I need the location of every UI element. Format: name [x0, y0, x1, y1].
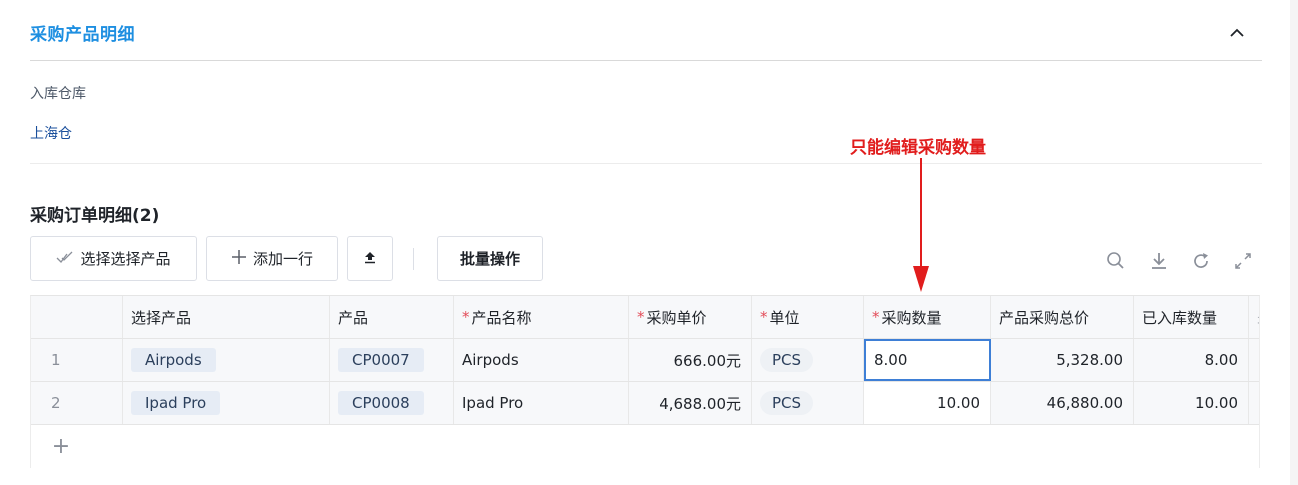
stocked-qty-cell: 10.00 [1134, 382, 1249, 424]
select-product-cell: Airpods [123, 339, 330, 381]
stocked-qty-cell: 8.00 [1134, 339, 1249, 381]
plus-icon [231, 249, 247, 269]
chevron-up-icon[interactable] [1226, 22, 1248, 44]
header-stocked-qty: 已入库数量 [1134, 296, 1249, 338]
add-row-plus-button[interactable]: + [31, 425, 91, 468]
header-total-price: 产品采购总价 [991, 296, 1134, 338]
table-row: 2 Ipad Pro CP0008 Ipad Pro 4,688.00元 PCS… [31, 382, 1259, 425]
double-check-icon [56, 250, 74, 268]
select-product-cell: Ipad Pro [123, 382, 330, 424]
required-mark: * [637, 308, 645, 326]
order-table: 选择产品 产品 * 产品名称 * 采购单价 * 单位 * 采购数量 产品采购总价 已入库… [30, 295, 1260, 468]
header-product-name: * 产品名称 [454, 296, 629, 338]
more-cell [1249, 382, 1259, 424]
warehouse-label: 入库仓库 [30, 86, 86, 102]
header-unit: * 单位 [752, 296, 864, 338]
product-name-cell: Ipad Pro [454, 382, 629, 424]
add-row-label: 添加一行 [252, 250, 313, 268]
refresh-icon[interactable] [1190, 250, 1212, 272]
header-quantity: * 采购数量 [864, 296, 991, 338]
required-mark: * [462, 308, 470, 326]
select-product-label: 选择选择产品 [80, 250, 171, 268]
product-tag[interactable]: Ipad Pro [131, 391, 221, 415]
header-product: 产品 [330, 296, 454, 338]
toolbar-separator [413, 248, 414, 270]
product-name-cell: Airpods [454, 339, 629, 381]
header-index [31, 296, 123, 338]
more-cell [1249, 339, 1259, 381]
section-header: 采购产品明细 [30, 18, 1262, 61]
header-select-product: 选择产品 [123, 296, 330, 338]
unit-tag: PCS [760, 391, 814, 415]
row-index: 2 [31, 382, 123, 424]
unit-price-cell: 666.00元 [629, 339, 752, 381]
required-mark: * [760, 308, 768, 326]
upload-icon [363, 250, 377, 268]
table-row: 1 Airpods CP0007 Airpods 666.00元 PCS 8.0… [31, 339, 1259, 382]
page-scrollbar[interactable] [1290, 0, 1298, 485]
quantity-input[interactable]: 10.00 [864, 382, 991, 424]
batch-operation-button[interactable]: 批量操作 [437, 236, 543, 281]
total-price-cell: 5,328.00 [991, 339, 1134, 381]
divider [30, 163, 1262, 164]
total-price-cell: 46,880.00 [991, 382, 1134, 424]
product-code-tag[interactable]: CP0008 [338, 391, 424, 415]
expand-icon[interactable] [1232, 250, 1254, 272]
unit-tag: PCS [760, 348, 814, 372]
batch-operation-label: 批量操作 [459, 250, 520, 268]
header-more: 未 [1249, 296, 1259, 338]
warehouse-value: 上海仓 [30, 126, 72, 142]
upload-button[interactable] [347, 236, 393, 281]
product-tag[interactable]: Airpods [131, 348, 216, 372]
section-title: 采购产品明细 [30, 25, 135, 45]
table-header-row: 选择产品 产品 * 产品名称 * 采购单价 * 单位 * 采购数量 产品采购总价 已入库… [31, 296, 1259, 339]
product-cell: CP0007 [330, 339, 454, 381]
search-icon[interactable] [1105, 250, 1127, 272]
quantity-input[interactable]: 8.00 [864, 339, 991, 381]
header-unit-price: * 采购单价 [629, 296, 752, 338]
order-detail-title: 采购订单明细(2) [30, 206, 160, 226]
download-icon[interactable] [1148, 250, 1170, 272]
unit-cell: PCS [752, 339, 864, 381]
annotation-arrow [913, 158, 929, 292]
unit-price-cell: 4,688.00元 [629, 382, 752, 424]
required-mark: * [872, 308, 880, 326]
add-row-button[interactable]: 添加一行 [206, 236, 338, 281]
row-index: 1 [31, 339, 123, 381]
unit-cell: PCS [752, 382, 864, 424]
annotation-text: 只能编辑采购数量 [850, 138, 986, 158]
select-product-button[interactable]: 选择选择产品 [30, 236, 197, 281]
product-code-tag[interactable]: CP0007 [338, 348, 424, 372]
product-cell: CP0008 [330, 382, 454, 424]
